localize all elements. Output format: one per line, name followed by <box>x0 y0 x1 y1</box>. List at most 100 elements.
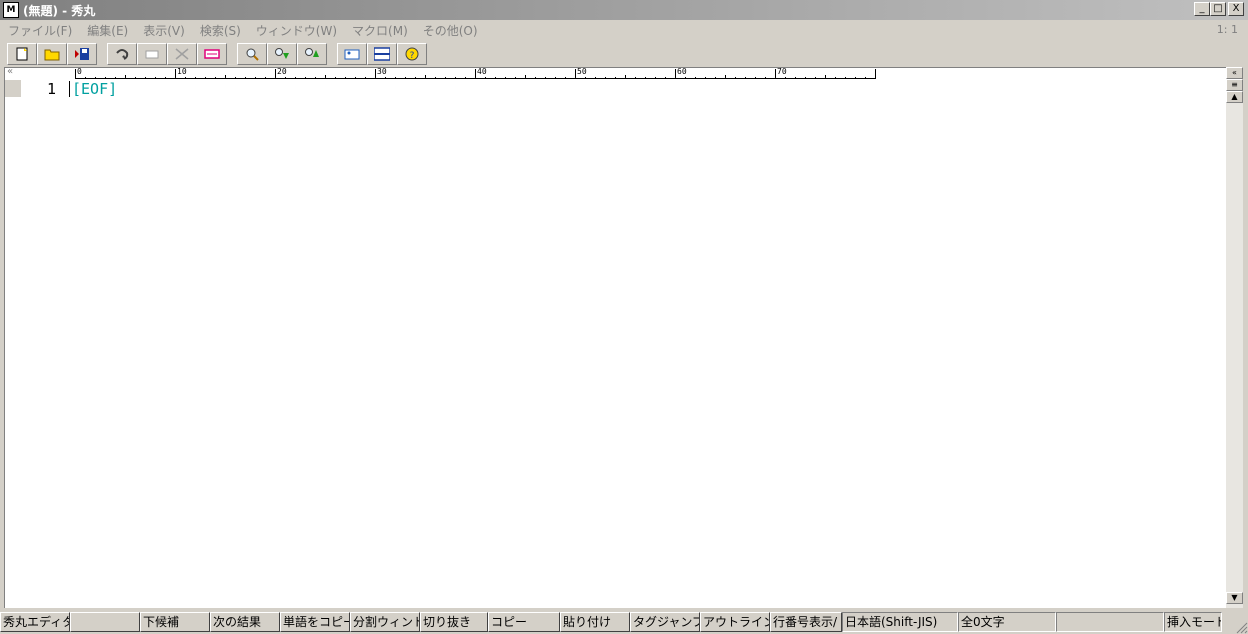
toolbar: ? <box>0 42 1248 66</box>
ruler-tick <box>375 69 376 79</box>
window-title: (無題) - 秀丸 <box>23 3 96 18</box>
paste-button[interactable] <box>197 43 227 65</box>
ruler-tick <box>305 77 306 79</box>
copy-button[interactable] <box>137 43 167 65</box>
title-bar[interactable]: M (無題) - 秀丸 _ □ X <box>0 0 1248 20</box>
ruler-left-mark[interactable]: « <box>7 66 13 77</box>
cut-icon <box>175 48 189 60</box>
ruler-tick <box>475 69 476 79</box>
fkey-copy-word[interactable]: 単語をコピー <box>280 612 350 632</box>
menu-search[interactable]: 検索(S) <box>192 22 248 39</box>
menu-window[interactable]: ウィンドウ(W) <box>248 22 344 39</box>
ruler-tick <box>85 77 86 79</box>
ruler-tick <box>665 77 666 79</box>
maximize-button[interactable]: □ <box>1210 2 1226 16</box>
ruler: « 0 10 20 30 40 50 60 70 <box>5 66 1227 80</box>
split-handle-button[interactable]: ≡ <box>1226 79 1243 91</box>
ruler-tick <box>745 77 746 79</box>
ruler-tick <box>195 77 196 79</box>
fkey-copy[interactable]: コピー <box>488 612 560 632</box>
editor-area[interactable]: « 0 10 20 30 40 50 60 70 1 [EOF] <box>4 66 1227 608</box>
ruler-tick <box>735 77 736 79</box>
ruler-tick <box>145 77 146 79</box>
encoding-indicator[interactable]: 日本語(Shift-JIS) <box>842 612 958 632</box>
fkey-split-window[interactable]: 分割ウィンドウ切 <box>350 612 420 632</box>
fkey-cut[interactable]: 切り抜き <box>420 612 488 632</box>
close-button[interactable]: X <box>1228 2 1244 16</box>
ruler-tick <box>825 75 826 79</box>
copy-icon <box>145 50 159 59</box>
fkey-outline[interactable]: アウトライン解析 <box>700 612 770 632</box>
cut-button[interactable] <box>167 43 197 65</box>
app-icon[interactable]: M <box>3 2 19 18</box>
ruler-label: 70 <box>777 67 787 76</box>
insert-mode[interactable]: 挿入モード <box>1164 612 1222 632</box>
minimize-button[interactable]: _ <box>1194 2 1210 16</box>
open-button[interactable] <box>37 43 67 65</box>
menu-view[interactable]: 表示(V) <box>135 22 192 39</box>
char-count: 全0文字 <box>958 612 1056 632</box>
ruler-tick <box>135 77 136 79</box>
vertical-scrollbar[interactable]: « ≡ ▲ ▼ <box>1226 67 1243 608</box>
fkey-tag-jump[interactable]: タグジャンプ <box>630 612 700 632</box>
eof-marker: [EOF] <box>72 80 118 98</box>
fkey-paste[interactable]: 貼り付け <box>560 612 630 632</box>
save-button[interactable] <box>67 43 97 65</box>
ruler-tick <box>695 77 696 79</box>
find-next-button[interactable] <box>267 43 297 65</box>
ruler-label: 60 <box>677 67 687 76</box>
ruler-tick <box>595 77 596 79</box>
ruler-tick <box>445 77 446 79</box>
ruler-tick <box>715 77 716 79</box>
ruler-tick <box>555 77 556 79</box>
ruler-tick <box>635 77 636 79</box>
svg-text:?: ? <box>410 51 415 61</box>
tag-jump-button[interactable] <box>337 43 367 65</box>
undo-button[interactable] <box>107 43 137 65</box>
ruler-tick <box>365 77 366 79</box>
split-window-icon <box>374 47 390 61</box>
ruler-tick <box>265 77 266 79</box>
undo-icon <box>116 49 129 60</box>
ruler-tick <box>805 77 806 79</box>
find-button[interactable] <box>237 43 267 65</box>
find-prev-button[interactable] <box>297 43 327 65</box>
new-file-button[interactable] <box>7 43 37 65</box>
status-bar: 秀丸エディタヘル 下候補 次の結果 単語をコピー 分割ウィンドウ切 切り抜き コ… <box>0 610 1248 634</box>
ruler-tick <box>625 75 626 79</box>
ruler-tick <box>495 77 496 79</box>
ruler-tick <box>255 77 256 79</box>
ruler-tick <box>315 77 316 79</box>
scroll-top-button[interactable]: « <box>1226 67 1243 79</box>
ruler-tick <box>855 77 856 79</box>
scroll-down-button[interactable]: ▼ <box>1226 592 1243 604</box>
ruler-tick <box>175 69 176 79</box>
fkey-line-number[interactable]: 行番号表示/ <box>770 612 842 632</box>
ruler-tick <box>155 77 156 79</box>
scroll-up-button[interactable]: ▲ <box>1226 91 1243 103</box>
ruler-tick <box>785 77 786 79</box>
fkey-next-candidate[interactable]: 下候補 <box>140 612 210 632</box>
split-window-button[interactable] <box>367 43 397 65</box>
fkey-empty[interactable] <box>70 612 140 632</box>
fkey-help[interactable]: 秀丸エディタヘル <box>0 612 70 632</box>
ruler-tick <box>355 77 356 79</box>
ruler-tick <box>675 69 676 79</box>
ruler-tick <box>275 69 276 79</box>
ruler-tick <box>215 77 216 79</box>
ruler-tick <box>385 77 386 79</box>
resize-grip-icon[interactable] <box>1234 620 1248 634</box>
menu-edit[interactable]: 編集(E) <box>79 22 135 39</box>
ruler-tick <box>185 77 186 79</box>
menu-file[interactable]: ファイル(F) <box>0 22 79 39</box>
status-empty <box>1056 612 1164 632</box>
window-controls: _ □ X <box>1194 2 1244 16</box>
new-file-icon <box>16 47 28 61</box>
ruler-tick <box>485 77 486 79</box>
menu-macro[interactable]: マクロ(M) <box>344 22 415 39</box>
find-icon <box>246 48 259 61</box>
fkey-next-result[interactable]: 次の結果 <box>210 612 280 632</box>
menu-other[interactable]: その他(O) <box>415 22 485 39</box>
ruler-tick <box>505 77 506 79</box>
help-button[interactable]: ? <box>397 43 427 65</box>
